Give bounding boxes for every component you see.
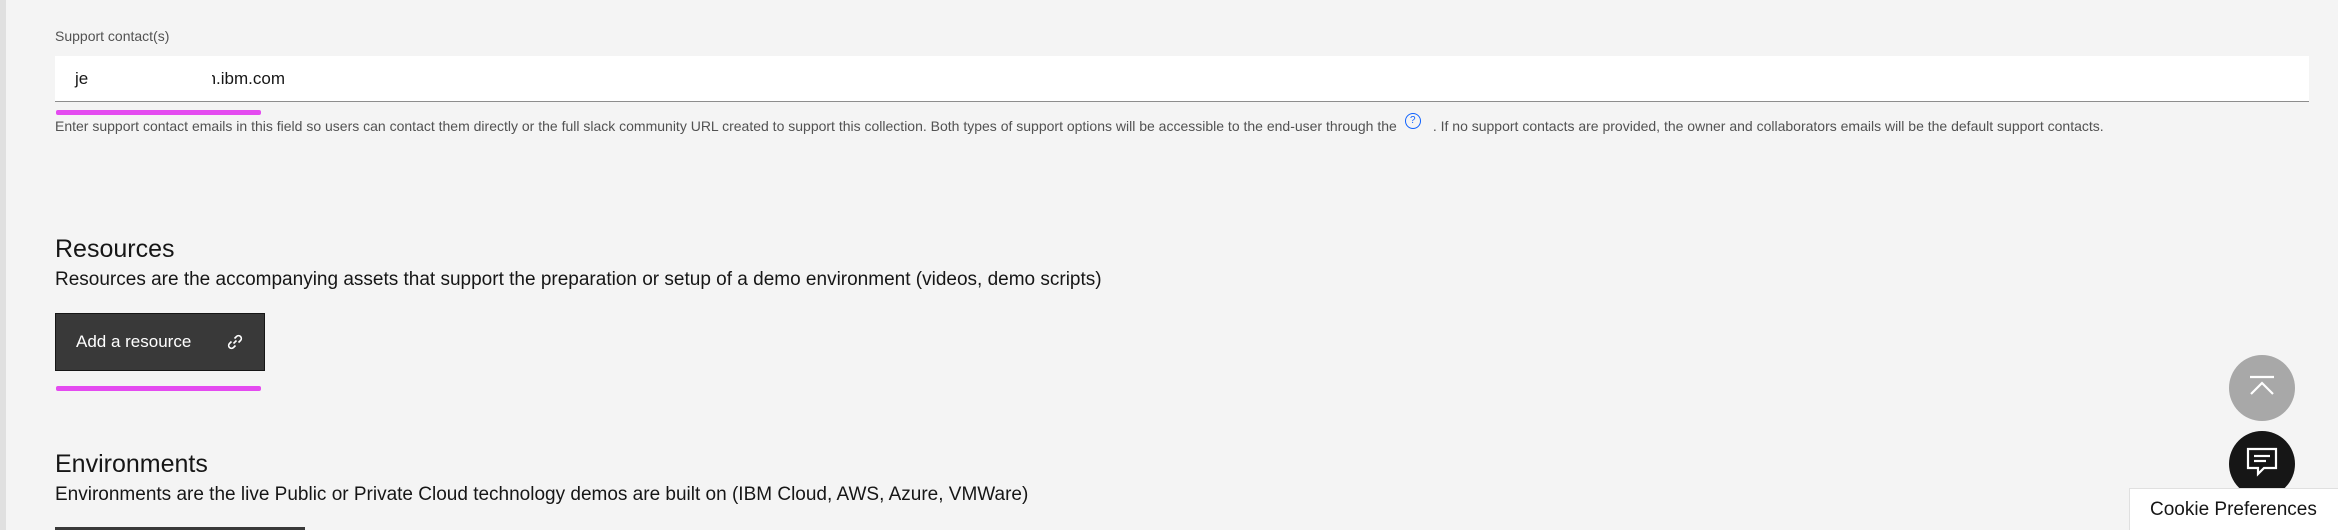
link-icon [226, 333, 244, 351]
helper-text-part-2: . If no support contacts are provided, t… [1432, 118, 2104, 134]
environments-title: Environments [55, 450, 208, 478]
support-contacts-helper-text: Enter support contact emails in this fie… [55, 113, 2295, 136]
back-to-top-button[interactable] [2229, 355, 2295, 421]
cookie-preferences-button[interactable]: Cookie Preferences [2129, 488, 2338, 530]
input-highlight-underline [56, 110, 261, 115]
back-to-top-icon [2247, 374, 2277, 403]
chat-icon [2245, 446, 2279, 483]
helper-text-part-1: Enter support contact emails in this fie… [55, 118, 1397, 134]
resources-description: Resources are the accompanying assets th… [55, 269, 1102, 290]
add-resource-button-label: Add a resource [76, 332, 192, 351]
resources-title: Resources [55, 235, 175, 263]
add-resource-button[interactable]: Add a resource [55, 313, 265, 371]
environments-description: Environments are the live Public or Priv… [55, 484, 1029, 505]
button-highlight-underline [56, 386, 261, 391]
help-icon[interactable]: ? [1404, 113, 1421, 129]
support-contacts-input[interactable]: je n.com, abcd@in.ibm.com [55, 56, 2309, 102]
left-edge-divider [0, 0, 6, 530]
redaction-block [92, 58, 212, 98]
support-contacts-label: Support contact(s) [55, 28, 170, 44]
